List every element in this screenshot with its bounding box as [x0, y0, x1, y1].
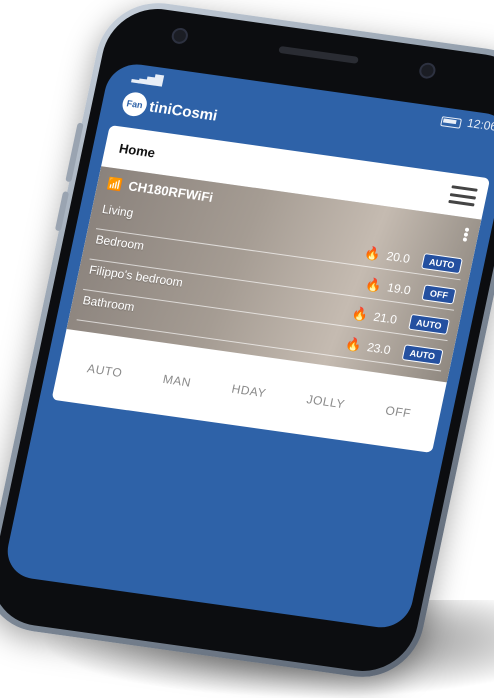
room-name: Bedroom [94, 232, 146, 253]
device-row[interactable]: 📶 CH180RFWiFi [106, 175, 215, 205]
room-temperature: 21.0 [372, 309, 399, 327]
tab-hday[interactable]: HDAY [230, 382, 267, 401]
room-mode-badge[interactable]: AUTO [407, 313, 451, 335]
battery-icon [440, 116, 463, 129]
tab-man[interactable]: MAN [162, 372, 193, 390]
page-title: Home [117, 140, 157, 161]
room-temperature: 19.0 [386, 280, 413, 298]
flame-icon: 🔥 [364, 276, 384, 294]
device-name: CH180RFWiFi [126, 178, 215, 205]
tab-jolly[interactable]: JOLLY [305, 392, 346, 411]
signal-icon: ▂▃▅▇ [131, 70, 164, 87]
tab-off[interactable]: OFF [384, 403, 412, 420]
room-temperature: 20.0 [385, 248, 412, 266]
flame-icon: 🔥 [363, 244, 383, 262]
flame-icon: 🔥 [343, 336, 364, 354]
room-mode-badge[interactable]: OFF [421, 284, 457, 305]
room-temperature: 23.0 [365, 340, 392, 358]
room-name: Living [100, 201, 135, 221]
more-options-icon[interactable] [462, 227, 470, 242]
wifi-icon: 📶 [106, 175, 125, 192]
phone-device: ▂▃▅▇ 12:06 Fan tiniCosmi Home 📶 CH180RFW… [0, 0, 494, 685]
room-mode-badge[interactable]: AUTO [401, 344, 444, 366]
room-mode-badge[interactable]: AUTO [420, 252, 463, 275]
logo-text: tiniCosmi [147, 98, 219, 125]
room-name: Bathroom [81, 293, 136, 315]
status-time: 12:06 [465, 115, 494, 134]
logo-mark: Fan [120, 90, 150, 118]
home-card: Home 📶 CH180RFWiFi Living 🔥 20.0 AUTO Be… [51, 125, 491, 454]
tab-auto[interactable]: AUTO [86, 361, 124, 380]
hamburger-menu-icon[interactable] [448, 185, 478, 207]
flame-icon: 🔥 [350, 305, 370, 323]
